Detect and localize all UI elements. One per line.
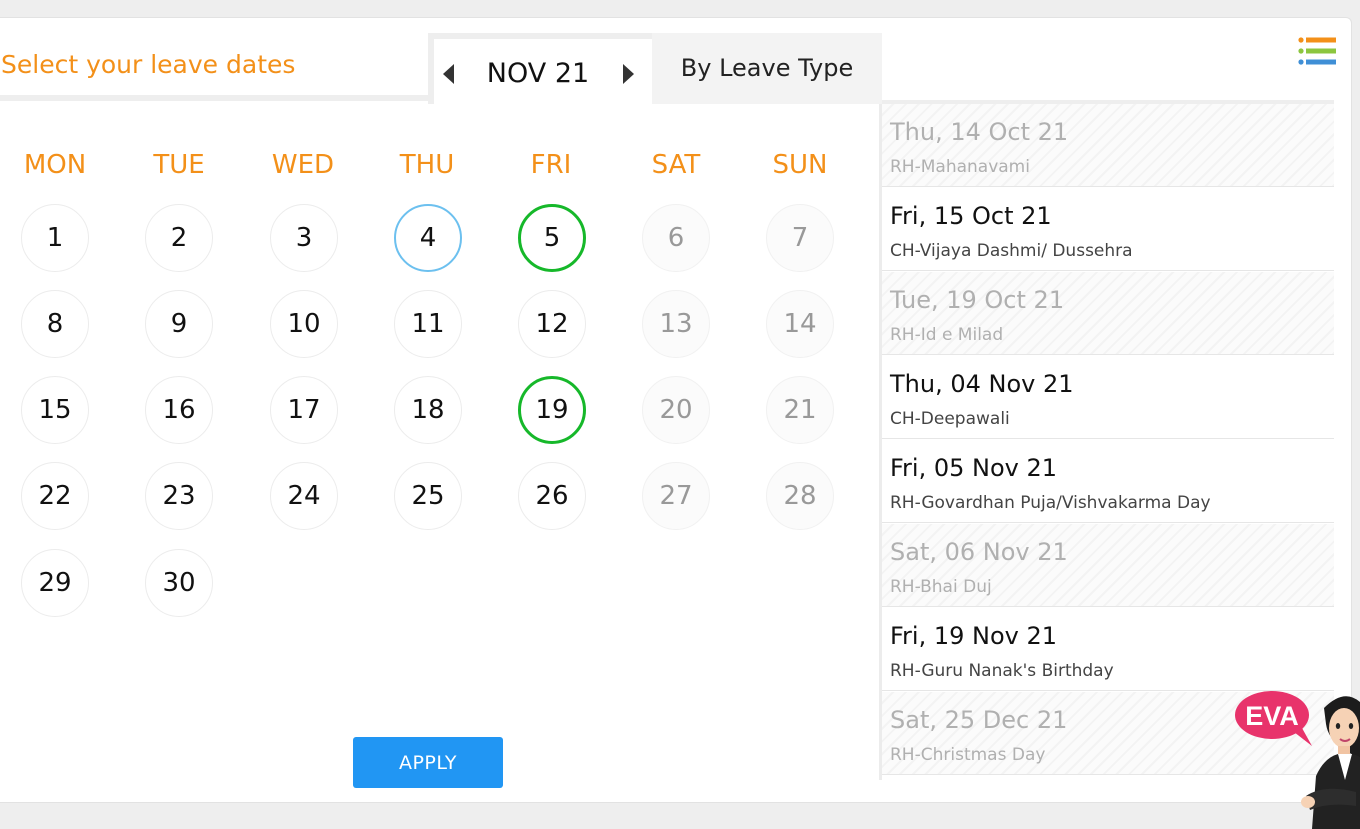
holiday-date: Thu, 04 Nov 21 [890, 370, 1074, 398]
holiday-date: Fri, 15 Oct 21 [890, 202, 1052, 230]
calendar-day-18[interactable]: 18 [394, 376, 462, 444]
calendar-day-28[interactable]: 28 [766, 462, 834, 530]
calendar-day-15[interactable]: 15 [21, 376, 89, 444]
holiday-date: Fri, 19 Nov 21 [890, 622, 1058, 650]
next-month-icon[interactable] [623, 64, 634, 84]
page-title: Select your leave dates [1, 50, 296, 79]
holiday-name: RH-Christmas Day [890, 745, 1046, 765]
holiday-date: Fri, 05 Nov 21 [890, 454, 1058, 482]
current-month-label: NOV 21 [486, 58, 590, 89]
eva-label: EVA [1245, 701, 1299, 731]
calendar-day-16[interactable]: 16 [145, 376, 213, 444]
calendar-day-8[interactable]: 8 [21, 290, 89, 358]
weekday-sat: SAT [651, 150, 701, 180]
holiday-date: Tue, 19 Oct 21 [890, 286, 1065, 314]
tab-by-leave-type[interactable]: By Leave Type [652, 33, 882, 104]
eva-assistant-avatar[interactable]: EVA [1232, 688, 1360, 829]
calendar-day-29[interactable]: 29 [21, 549, 89, 617]
calendar-day-10[interactable]: 10 [270, 290, 338, 358]
holiday-list-item[interactable]: Fri, 05 Nov 21 RH-Govardhan Puja/Vishvaka… [882, 440, 1334, 523]
holiday-name: RH-Govardhan Puja/Vishvakarma Day [890, 493, 1211, 513]
calendar-day-20[interactable]: 20 [642, 376, 710, 444]
holiday-name: RH-Guru Nanak's Birthday [890, 661, 1114, 681]
holiday-list-item[interactable]: Fri, 19 Nov 21 RH-Guru Nanak's Birthday [882, 608, 1334, 691]
calendar-day-7[interactable]: 7 [766, 204, 834, 272]
weekday-sun: SUN [772, 150, 828, 180]
calendar-day-2[interactable]: 2 [145, 204, 213, 272]
calendar-day-23[interactable]: 23 [145, 462, 213, 530]
holiday-list-item[interactable]: Sat, 06 Nov 21 RH-Bhai Duj [882, 524, 1334, 607]
calendar-day-17[interactable]: 17 [270, 376, 338, 444]
holiday-date: Thu, 14 Oct 21 [890, 118, 1069, 146]
weekday-thu: THU [399, 150, 455, 180]
calendar-day-9[interactable]: 9 [145, 290, 213, 358]
prev-month-icon[interactable] [443, 64, 454, 84]
calendar-day-14[interactable]: 14 [766, 290, 834, 358]
list-icon[interactable] [1298, 36, 1336, 68]
calendar-day-27[interactable]: 27 [642, 462, 710, 530]
calendar-day-30[interactable]: 30 [145, 549, 213, 617]
weekday-tue: TUE [153, 150, 205, 180]
apply-button[interactable]: APPLY [353, 737, 503, 788]
holiday-date: Sat, 25 Dec 21 [890, 706, 1068, 734]
calendar-day-24[interactable]: 24 [270, 462, 338, 530]
calendar-day-11[interactable]: 11 [394, 290, 462, 358]
holiday-list-item[interactable]: Thu, 14 Oct 21 RH-Mahanavami [882, 104, 1334, 187]
holiday-name: RH-Id e Milad [890, 325, 1004, 345]
holiday-name: RH-Mahanavami [890, 157, 1030, 177]
calendar-day-3[interactable]: 3 [270, 204, 338, 272]
holiday-name: CH-Vijaya Dashmi/ Dussehra [890, 241, 1133, 261]
weekday-wed: WED [271, 150, 335, 180]
holiday-list-item[interactable]: Thu, 04 Nov 21 CH-Deepawali [882, 356, 1334, 439]
holiday-name: CH-Deepawali [890, 409, 1010, 429]
holiday-date: Sat, 06 Nov 21 [890, 538, 1068, 566]
holiday-name: RH-Bhai Duj [890, 577, 992, 597]
calendar-day-25[interactable]: 25 [394, 462, 462, 530]
calendar-day-13[interactable]: 13 [642, 290, 710, 358]
calendar-day-26[interactable]: 26 [518, 462, 586, 530]
calendar-day-22[interactable]: 22 [21, 462, 89, 530]
weekday-mon: MON [23, 150, 87, 180]
calendar-day-5[interactable]: 5 [518, 204, 586, 272]
calendar-day-4[interactable]: 4 [394, 204, 462, 272]
calendar-day-21[interactable]: 21 [766, 376, 834, 444]
holiday-list-item[interactable]: Fri, 15 Oct 21 CH-Vijaya Dashmi/ Dussehra [882, 188, 1334, 271]
weekday-fri: FRI [530, 150, 572, 180]
calendar-day-19[interactable]: 19 [518, 376, 586, 444]
calendar-day-1[interactable]: 1 [21, 204, 89, 272]
calendar-day-12[interactable]: 12 [518, 290, 586, 358]
holiday-list-item[interactable]: Tue, 19 Oct 21 RH-Id e Milad [882, 272, 1334, 355]
calendar-day-6[interactable]: 6 [642, 204, 710, 272]
